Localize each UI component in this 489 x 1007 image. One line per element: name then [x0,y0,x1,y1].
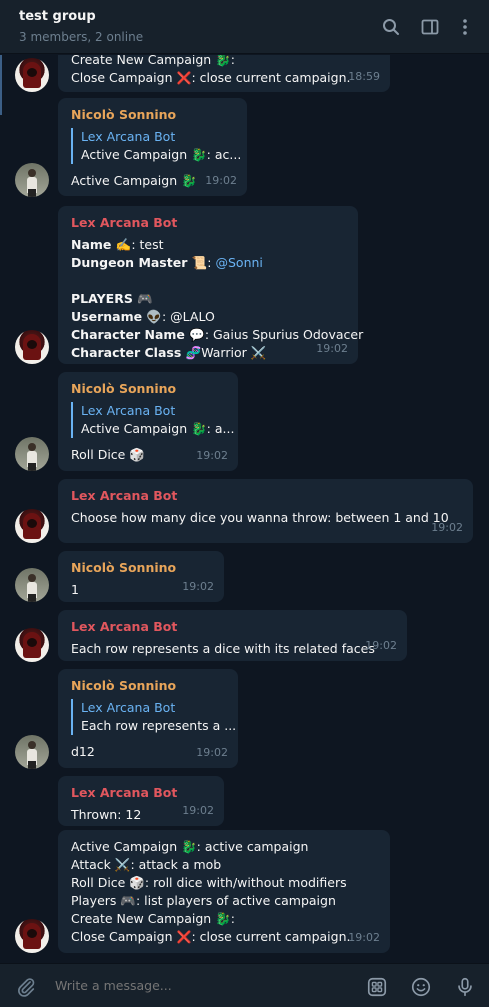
message-text: Active Campaign 🐉: active campaign [71,839,309,854]
message-text: Create New Campaign 🐉: [71,55,235,67]
campaign-name-line: Name ✍️: test [71,237,164,252]
message-time: 19:02 [431,521,463,534]
bot-avatar[interactable] [15,330,49,364]
reply-text: Active Campaign 🐉: a... [81,421,235,436]
message-text: Players 🎮: list players of active campai… [71,893,336,908]
message-bubble: Nicolò Sonnino Lex Arcana Bot Each row r… [58,669,238,768]
message-time: 19:02 [365,639,397,652]
cross-mark-icon: ❌ [176,930,192,944]
message-composer [0,963,489,1007]
bot-avatar[interactable] [15,919,49,953]
message-text: Choose how many dice you wanna throw: be… [71,510,449,525]
message-bubble: Create New Campaign 🐉: Close Campaign ❌:… [58,55,390,92]
message-time: 19:02 [182,580,214,593]
reply-sender: Lex Arcana Bot [81,403,176,418]
mention-link[interactable]: @Sonni [215,255,262,270]
message-time: 19:02 [196,746,228,759]
user-avatar[interactable] [15,735,49,769]
sender-name[interactable]: Nicolò Sonnino [71,559,211,577]
message-text: Close Campaign ❌: close current campaign… [71,70,351,85]
bot-commands-icon[interactable] [365,975,389,999]
paperclip-icon[interactable] [14,975,38,999]
reply-text: Active Campaign 🐉: ac... [81,147,242,162]
message-input[interactable] [55,978,335,993]
username-line: Username 👽: @LALO [71,309,215,324]
reply-preview[interactable]: Lex Arcana Bot Each row represents a ... [71,699,237,735]
message-bubble: Lex Arcana Bot Choose how many dice you … [58,479,473,543]
bot-avatar[interactable] [15,509,49,543]
chat-title[interactable]: test group [19,9,96,24]
user-avatar[interactable] [15,568,49,602]
sender-name[interactable]: Nicolò Sonnino [71,380,225,398]
reply-sender: Lex Arcana Bot [81,700,176,715]
reply-text: Each row represents a ... [81,718,237,733]
sender-name[interactable]: Lex Arcana Bot [71,214,345,232]
cross-mark-icon: ❌ [176,71,192,85]
chat-header: test group 3 members, 2 online [0,0,489,54]
players-heading: PLAYERS 🎮 [71,291,153,306]
sidebar-toggle-icon[interactable] [417,14,443,40]
message-text: Create New Campaign 🐉: [71,911,235,926]
message-text: Attack ⚔️: attack a mob [71,857,222,872]
user-avatar[interactable] [15,163,49,197]
message-time: 19:02 [182,804,214,817]
reply-preview[interactable]: Lex Arcana Bot Active Campaign 🐉: a... [71,402,235,438]
search-icon[interactable] [378,14,404,40]
message-time: 19:02 [316,342,348,355]
sender-name[interactable]: Lex Arcana Bot [71,784,211,802]
bot-avatar[interactable] [15,628,49,662]
character-name-line: Character Name 💬: Gaius Spurius Odovacer [71,327,364,342]
user-avatar[interactable] [15,437,49,471]
message-list[interactable]: Create New Campaign 🐉: Close Campaign ❌:… [0,55,489,963]
message-bubble: Nicolò Sonnino Lex Arcana Bot Active Cam… [58,98,247,196]
more-vertical-icon[interactable] [452,14,478,40]
sender-name[interactable]: Nicolò Sonnino [71,106,234,124]
message-time: 19:02 [348,931,380,944]
message-time: 19:02 [196,449,228,462]
scroll-indicator [0,55,2,115]
sender-name[interactable]: Lex Arcana Bot [71,487,460,505]
message-text: Close Campaign ❌: close current campaign… [71,929,351,944]
reply-sender: Lex Arcana Bot [81,129,176,144]
message-bubble: Active Campaign 🐉: active campaign Attac… [58,830,390,953]
message-bubble: Lex Arcana Bot Each row represents a dic… [58,610,407,661]
sender-name[interactable]: Nicolò Sonnino [71,677,225,695]
message-bubble: Nicolò Sonnino 1 19:02 [58,551,224,602]
bot-avatar[interactable] [15,58,49,92]
emoji-icon[interactable] [409,975,433,999]
message-text: Roll Dice 🎲: roll dice with/without modi… [71,875,347,890]
chat-subtitle: 3 members, 2 online [19,30,144,44]
message-bubble: Lex Arcana Bot Thrown: 12 19:02 [58,776,224,826]
sender-name[interactable]: Lex Arcana Bot [71,618,394,636]
dungeon-master-line: Dungeon Master 📜: @Sonni [71,255,263,270]
message-text: Each row represents a dice with its rela… [71,641,375,656]
reply-preview[interactable]: Lex Arcana Bot Active Campaign 🐉: ac... [71,128,242,164]
character-class-line: Character Class 🧬Warrior ⚔️ [71,345,267,360]
message-time: 19:02 [205,174,237,187]
message-bubble: Lex Arcana Bot Name ✍️: test Dungeon Mas… [58,206,364,364]
message-time: 18:59 [348,70,380,83]
microphone-icon[interactable] [453,975,477,999]
message-bubble: Nicolò Sonnino Lex Arcana Bot Active Cam… [58,372,238,471]
